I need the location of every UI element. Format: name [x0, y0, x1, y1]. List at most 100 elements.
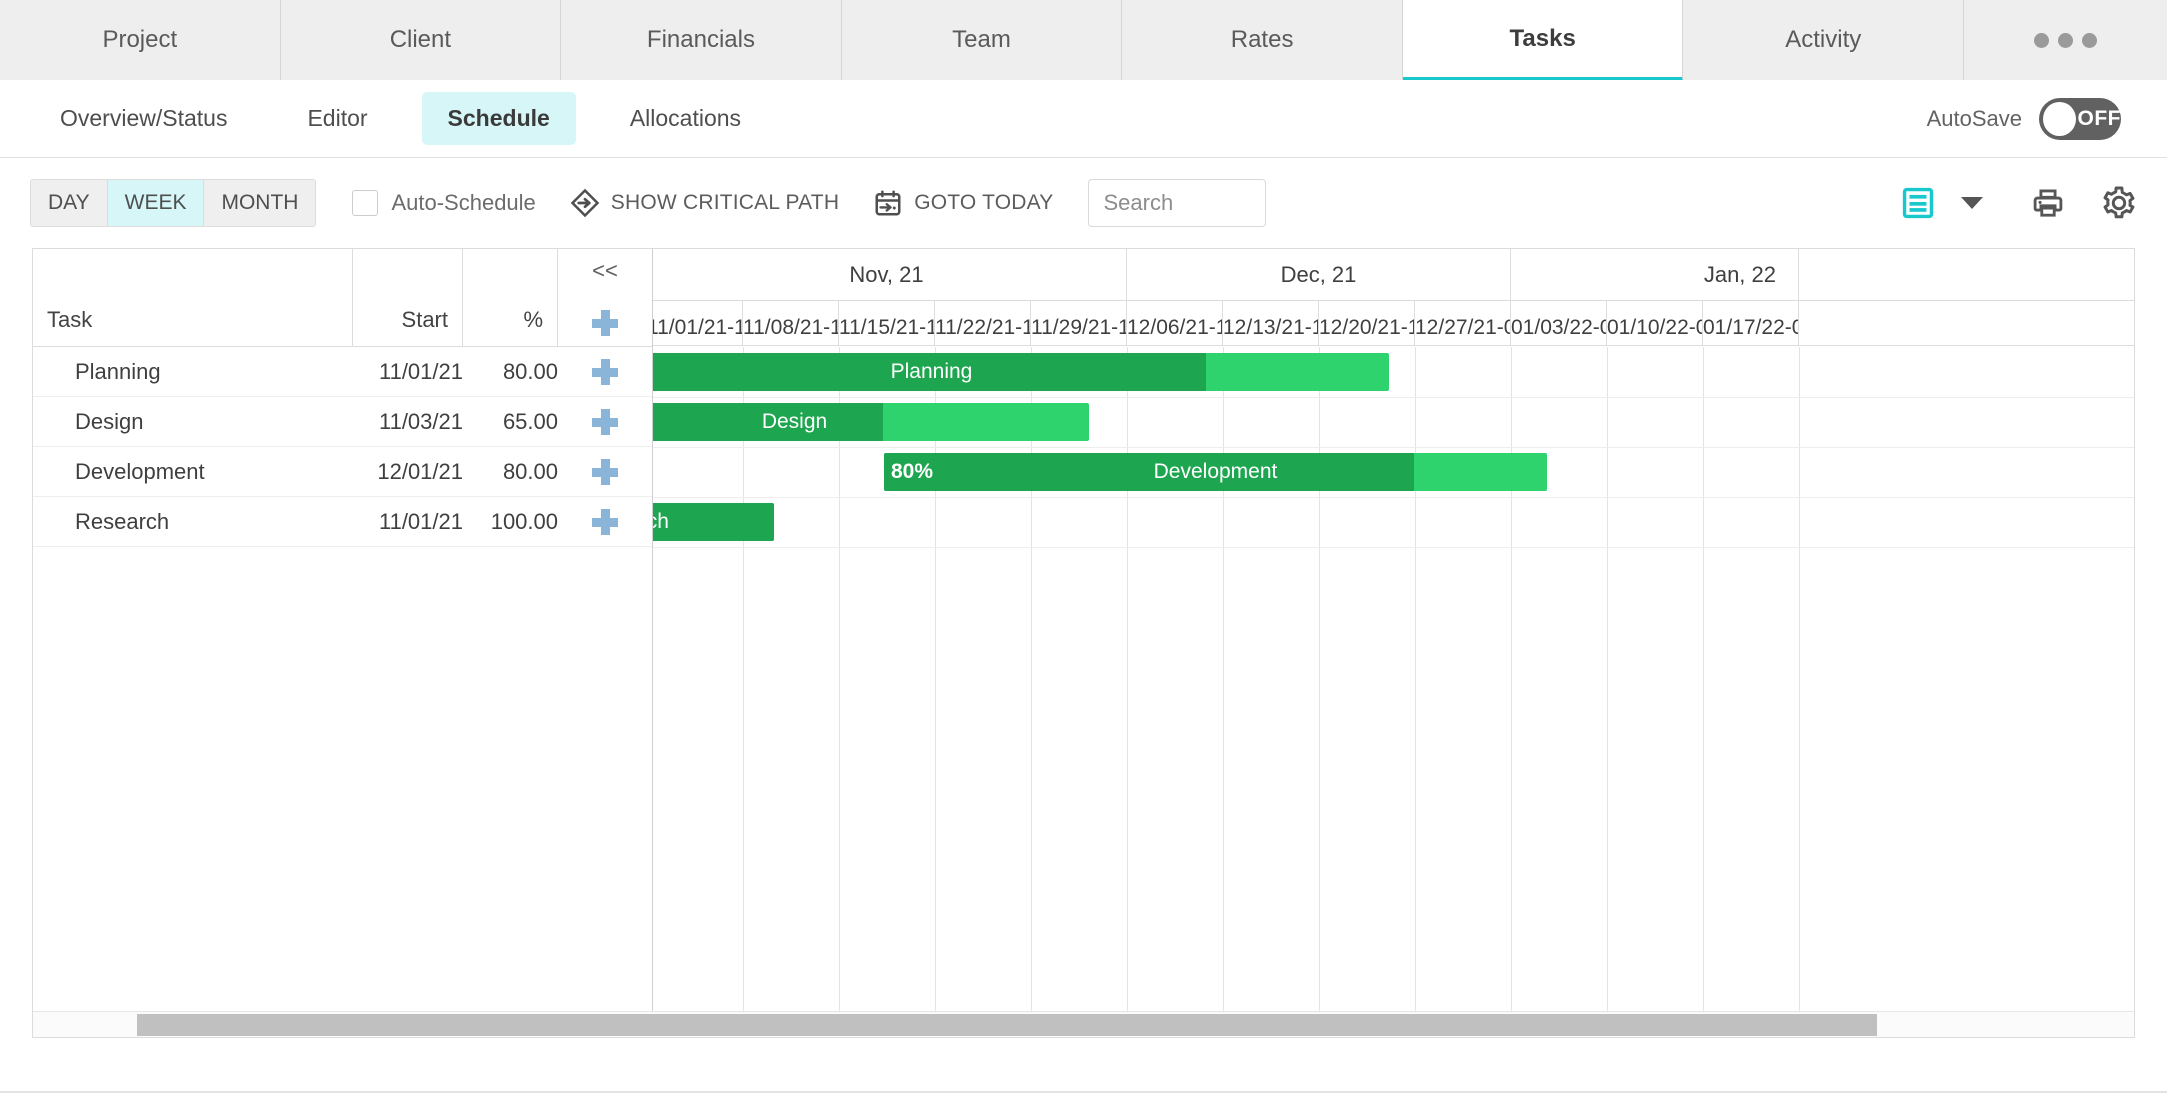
subnav-item-editor[interactable]: Editor [281, 92, 393, 145]
timeline-week-cell: 11/22/21-11/28/21 [935, 301, 1031, 346]
search-input[interactable] [1104, 190, 1250, 216]
horizontal-scrollbar[interactable] [33, 1011, 2134, 1037]
tab-project[interactable]: Project [0, 0, 281, 80]
cell-task-start: 11/01/21 [353, 509, 463, 535]
timeline-gridline [1127, 347, 1128, 1037]
column-header-task[interactable]: Task [33, 249, 353, 346]
tab-financials[interactable]: Financials [561, 0, 842, 80]
task-grid-header: Task Start % << [33, 249, 652, 347]
gantt-chart: Task Start % << Planning 11/01/21 80.00 … [32, 248, 2135, 1038]
timeline-gridline [1511, 347, 1512, 1037]
plus-icon[interactable] [592, 359, 618, 385]
row-add-action[interactable] [558, 509, 652, 535]
gantt-bar-task-label: Design [653, 410, 1089, 434]
task-grid-rows: Planning 11/01/21 80.00 Design 11/03/21 … [33, 347, 652, 1037]
timeline-week-cell: 12/27/21-01/02/22 [1415, 301, 1511, 346]
timeline-gridline [1703, 347, 1704, 1037]
table-row[interactable]: Research 11/01/21 100.00 [33, 497, 652, 547]
plus-icon[interactable] [592, 409, 618, 435]
row-add-action[interactable] [558, 359, 652, 385]
tab-team[interactable]: Team [842, 0, 1123, 80]
gantt-task-bar[interactable]: 80%Development [884, 453, 1547, 491]
tab-label: Project [102, 26, 177, 54]
chevron-down-icon[interactable] [1961, 197, 1983, 209]
gear-icon[interactable] [2101, 185, 2137, 221]
timeline-month-cell: Dec, 21 [1127, 249, 1511, 301]
column-header-percent[interactable]: % [463, 249, 558, 346]
tab-label: Tasks [1510, 25, 1576, 53]
gantt-task-bar[interactable]: 80%Planning [653, 353, 1389, 391]
autosave-control: AutoSave OFF [1927, 98, 2121, 140]
show-critical-path-button[interactable]: SHOW CRITICAL PATH [570, 188, 839, 218]
bottom-divider [0, 1091, 2167, 1093]
timeline-week-cell: 11/08/21-11/14/21 [743, 301, 839, 346]
tab-client[interactable]: Client [281, 0, 562, 80]
timeline-gridline [1319, 347, 1320, 1037]
subnav-label: Schedule [448, 105, 550, 131]
plus-icon[interactable] [592, 509, 618, 535]
subnav-label: Overview/Status [60, 105, 227, 131]
subnav-item-allocations[interactable]: Allocations [604, 92, 767, 145]
timeline-body: 80%Planning 65%Design 80%Development 100%Re… [653, 347, 2134, 1037]
toggle-knob [2043, 102, 2076, 136]
list-view-icon[interactable] [1901, 186, 1935, 220]
autosave-label: AutoSave [1927, 106, 2022, 132]
collapse-columns-button[interactable]: << [592, 260, 618, 282]
zoom-month-label: MONTH [221, 191, 298, 215]
timeline-month-row: Nov, 21Dec, 21Jan, 22 [653, 249, 2134, 301]
subnav-item-schedule[interactable]: Schedule [422, 92, 576, 145]
timeline-week-cell: 01/17/22-01/23/22 [1703, 301, 1799, 346]
add-task-icon[interactable] [592, 310, 618, 336]
timeline-gridline [1607, 347, 1608, 1037]
search-field-wrapper[interactable] [1088, 179, 1266, 227]
cell-task-name: Research [33, 509, 353, 535]
auto-schedule-label: Auto-Schedule [391, 190, 535, 216]
tab-activity[interactable]: Activity [1683, 0, 1964, 80]
cell-task-name: Development [33, 459, 353, 485]
column-label: % [523, 307, 543, 333]
gantt-task-bar[interactable]: 65%Design [653, 403, 1089, 441]
zoom-day-button[interactable]: DAY [31, 180, 108, 226]
gantt-bar-task-label: Planning [653, 360, 1389, 384]
scrollbar-thumb[interactable] [137, 1014, 1877, 1036]
subnav-item-overview-status[interactable]: Overview/Status [34, 92, 253, 145]
tab-tasks[interactable]: Tasks [1403, 0, 1684, 82]
cell-task-name: Design [33, 409, 353, 435]
more-dots-icon [2034, 33, 2097, 48]
goto-today-button[interactable]: GOTO TODAY [873, 188, 1053, 218]
auto-schedule-checkbox[interactable] [352, 190, 378, 216]
zoom-week-button[interactable]: WEEK [108, 180, 205, 226]
timeline-week-cell: 11/01/21-11/07/21 [653, 301, 743, 346]
tab-label: Financials [647, 26, 755, 54]
table-row[interactable]: Design 11/03/21 65.00 [33, 397, 652, 447]
column-label: Start [402, 307, 448, 333]
timeline-month-cell: Jan, 22 [1511, 249, 1799, 301]
cell-task-start: 11/03/21 [353, 409, 463, 435]
autosave-toggle[interactable]: OFF [2039, 98, 2121, 140]
column-header-start[interactable]: Start [353, 249, 463, 346]
tab-overflow-menu[interactable] [1964, 0, 2167, 80]
cell-task-percent: 80.00 [463, 459, 558, 485]
timeline-gridline [1031, 347, 1032, 1037]
gantt-bar-task-label: Development [884, 460, 1547, 484]
row-add-action[interactable] [558, 409, 652, 435]
tab-label: Rates [1231, 26, 1294, 54]
gantt-task-bar[interactable]: 100%Research [653, 503, 774, 541]
tab-label: Team [952, 26, 1011, 54]
timeline-month-cell: Nov, 21 [653, 249, 1127, 301]
cell-task-start: 12/01/21 [353, 459, 463, 485]
table-row[interactable]: Planning 11/01/21 80.00 [33, 347, 652, 397]
zoom-month-button[interactable]: MONTH [204, 180, 315, 226]
row-divider [653, 447, 2134, 448]
printer-icon[interactable] [2031, 186, 2065, 220]
plus-icon[interactable] [592, 459, 618, 485]
auto-schedule-control[interactable]: Auto-Schedule [352, 190, 535, 216]
goto-today-label: GOTO TODAY [914, 191, 1053, 215]
tab-label: Activity [1785, 26, 1861, 54]
row-divider [653, 497, 2134, 498]
zoom-day-label: DAY [48, 191, 90, 215]
row-add-action[interactable] [558, 459, 652, 485]
table-row[interactable]: Development 12/01/21 80.00 [33, 447, 652, 497]
tab-rates[interactable]: Rates [1122, 0, 1403, 80]
critical-path-diamond-icon [570, 188, 600, 218]
